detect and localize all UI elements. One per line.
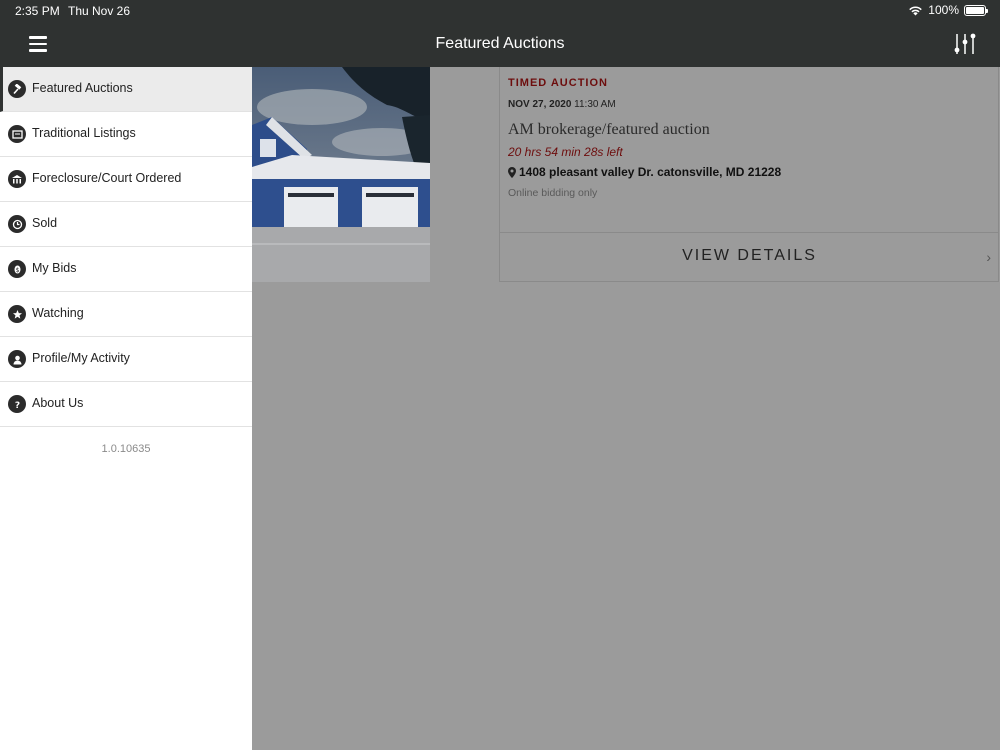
sidebar-item-label: Sold	[32, 216, 58, 230]
listing-title: AM brokerage/featured auction	[508, 121, 710, 138]
sidebar-item-label: Traditional Listings	[32, 126, 136, 140]
address-text: 1408 pleasant valley Dr. catonsville, MD…	[519, 165, 782, 179]
view-details-button[interactable]: VIEW DETAILS ›	[500, 232, 999, 282]
sidebar-item-about-us[interactable]: ? About Us	[0, 382, 252, 427]
sidebar-item-traditional-listings[interactable]: Traditional Listings	[0, 112, 252, 157]
svg-text:?: ?	[14, 401, 19, 410]
sidebar-item-label: About Us	[32, 396, 84, 410]
app-version: 1.0.10635	[101, 443, 151, 455]
sliders-icon[interactable]	[952, 31, 978, 57]
nav-bar: Featured Auctions	[0, 22, 1000, 67]
listing-address: 1408 pleasant valley Dr. catonsville, MD…	[508, 165, 781, 179]
status-right: 100%	[908, 3, 988, 17]
auction-date: NOV 27, 2020	[508, 99, 572, 110]
status-bar: 2:35 PM Thu Nov 26 100%	[0, 0, 1000, 22]
bidding-mode: Online bidding only	[508, 187, 598, 199]
wifi-icon	[909, 5, 923, 15]
sidebar-item-label: Featured Auctions	[32, 81, 133, 95]
sidebar-item-label: My Bids	[32, 261, 77, 275]
battery-percent: 100%	[928, 3, 959, 17]
view-details-label: VIEW DETAILS	[682, 247, 817, 264]
auction-type: TIMED AUCTION	[508, 77, 608, 89]
auction-time: 11:30 AM	[574, 99, 616, 110]
sidebar-item-sold[interactable]: Sold	[0, 202, 252, 247]
sidebar-item-profile[interactable]: Profile/My Activity	[0, 337, 252, 382]
listing-icon	[8, 125, 26, 143]
status-date: Thu Nov 26	[68, 4, 131, 18]
user-icon	[8, 350, 26, 368]
gavel-icon	[8, 80, 26, 98]
sidebar-item-foreclosure[interactable]: Foreclosure/Court Ordered	[0, 157, 252, 202]
question-icon: ?	[8, 395, 26, 413]
history-icon	[8, 215, 26, 233]
sidebar-item-featured-auctions[interactable]: Featured Auctions	[0, 67, 252, 112]
sidebar-menu: Featured Auctions Traditional Listings F…	[0, 67, 252, 750]
status-time: 2:35 PM	[15, 4, 60, 18]
auction-datetime: NOV 27, 2020 11:30 AM	[508, 99, 616, 110]
courthouse-icon	[8, 170, 26, 188]
map-pin-icon	[508, 166, 516, 178]
listing-photo[interactable]	[252, 67, 430, 282]
dollar-icon: $	[8, 260, 26, 278]
page-title: Featured Auctions	[435, 35, 565, 52]
svg-text:$: $	[15, 267, 19, 274]
sidebar-item-label: Foreclosure/Court Ordered	[32, 171, 182, 185]
sidebar-item-label: Profile/My Activity	[32, 351, 130, 365]
countdown: 20 hrs 54 min 28s left	[508, 145, 623, 159]
battery-icon	[964, 4, 988, 16]
chevron-right-icon: ›	[986, 249, 991, 265]
star-icon	[8, 305, 26, 323]
sidebar-item-watching[interactable]: Watching	[0, 292, 252, 337]
sidebar-item-my-bids[interactable]: $ My Bids	[0, 247, 252, 292]
house-photo	[252, 67, 430, 282]
auction-listing-card[interactable]: TIMED AUCTION NOV 27, 2020 11:30 AM AM b…	[252, 67, 999, 282]
listing-info: TIMED AUCTION NOV 27, 2020 11:30 AM AM b…	[499, 67, 999, 282]
sidebar-item-label: Watching	[32, 306, 84, 320]
